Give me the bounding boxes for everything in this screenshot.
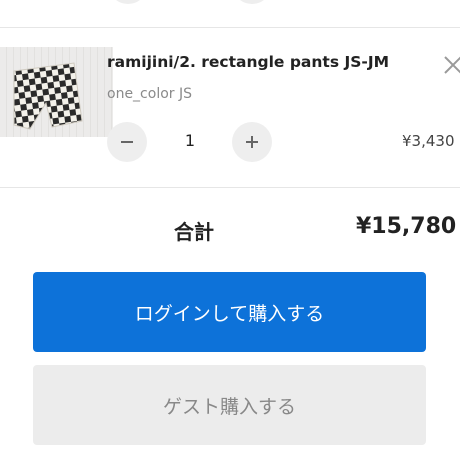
checkered-pants-icon bbox=[13, 62, 83, 130]
divider bbox=[0, 187, 460, 188]
minus-icon bbox=[121, 141, 133, 143]
close-icon[interactable] bbox=[443, 55, 460, 75]
previous-item-decrease-button[interactable] bbox=[108, 0, 148, 4]
product-thumbnail[interactable] bbox=[0, 47, 113, 137]
previous-item-increase-button[interactable] bbox=[232, 0, 272, 4]
product-variant: one_color JS bbox=[107, 86, 192, 102]
cart-page: ramijini/2. rectangle pants JS-JM one_co… bbox=[0, 0, 460, 460]
divider bbox=[0, 27, 460, 28]
total-value: ¥15,780 bbox=[356, 214, 457, 239]
item-price: ¥3,430 bbox=[402, 132, 455, 150]
decrease-quantity-button[interactable] bbox=[107, 122, 147, 162]
increase-quantity-button[interactable] bbox=[232, 122, 272, 162]
guest-checkout-button[interactable]: ゲスト購入する bbox=[33, 365, 426, 445]
login-checkout-button[interactable]: ログインして購入する bbox=[33, 272, 426, 352]
plus-icon bbox=[246, 136, 258, 148]
quantity-value: 1 bbox=[184, 131, 196, 150]
product-title[interactable]: ramijini/2. rectangle pants JS-JM bbox=[107, 53, 389, 71]
total-label: 合計 bbox=[174, 220, 214, 244]
